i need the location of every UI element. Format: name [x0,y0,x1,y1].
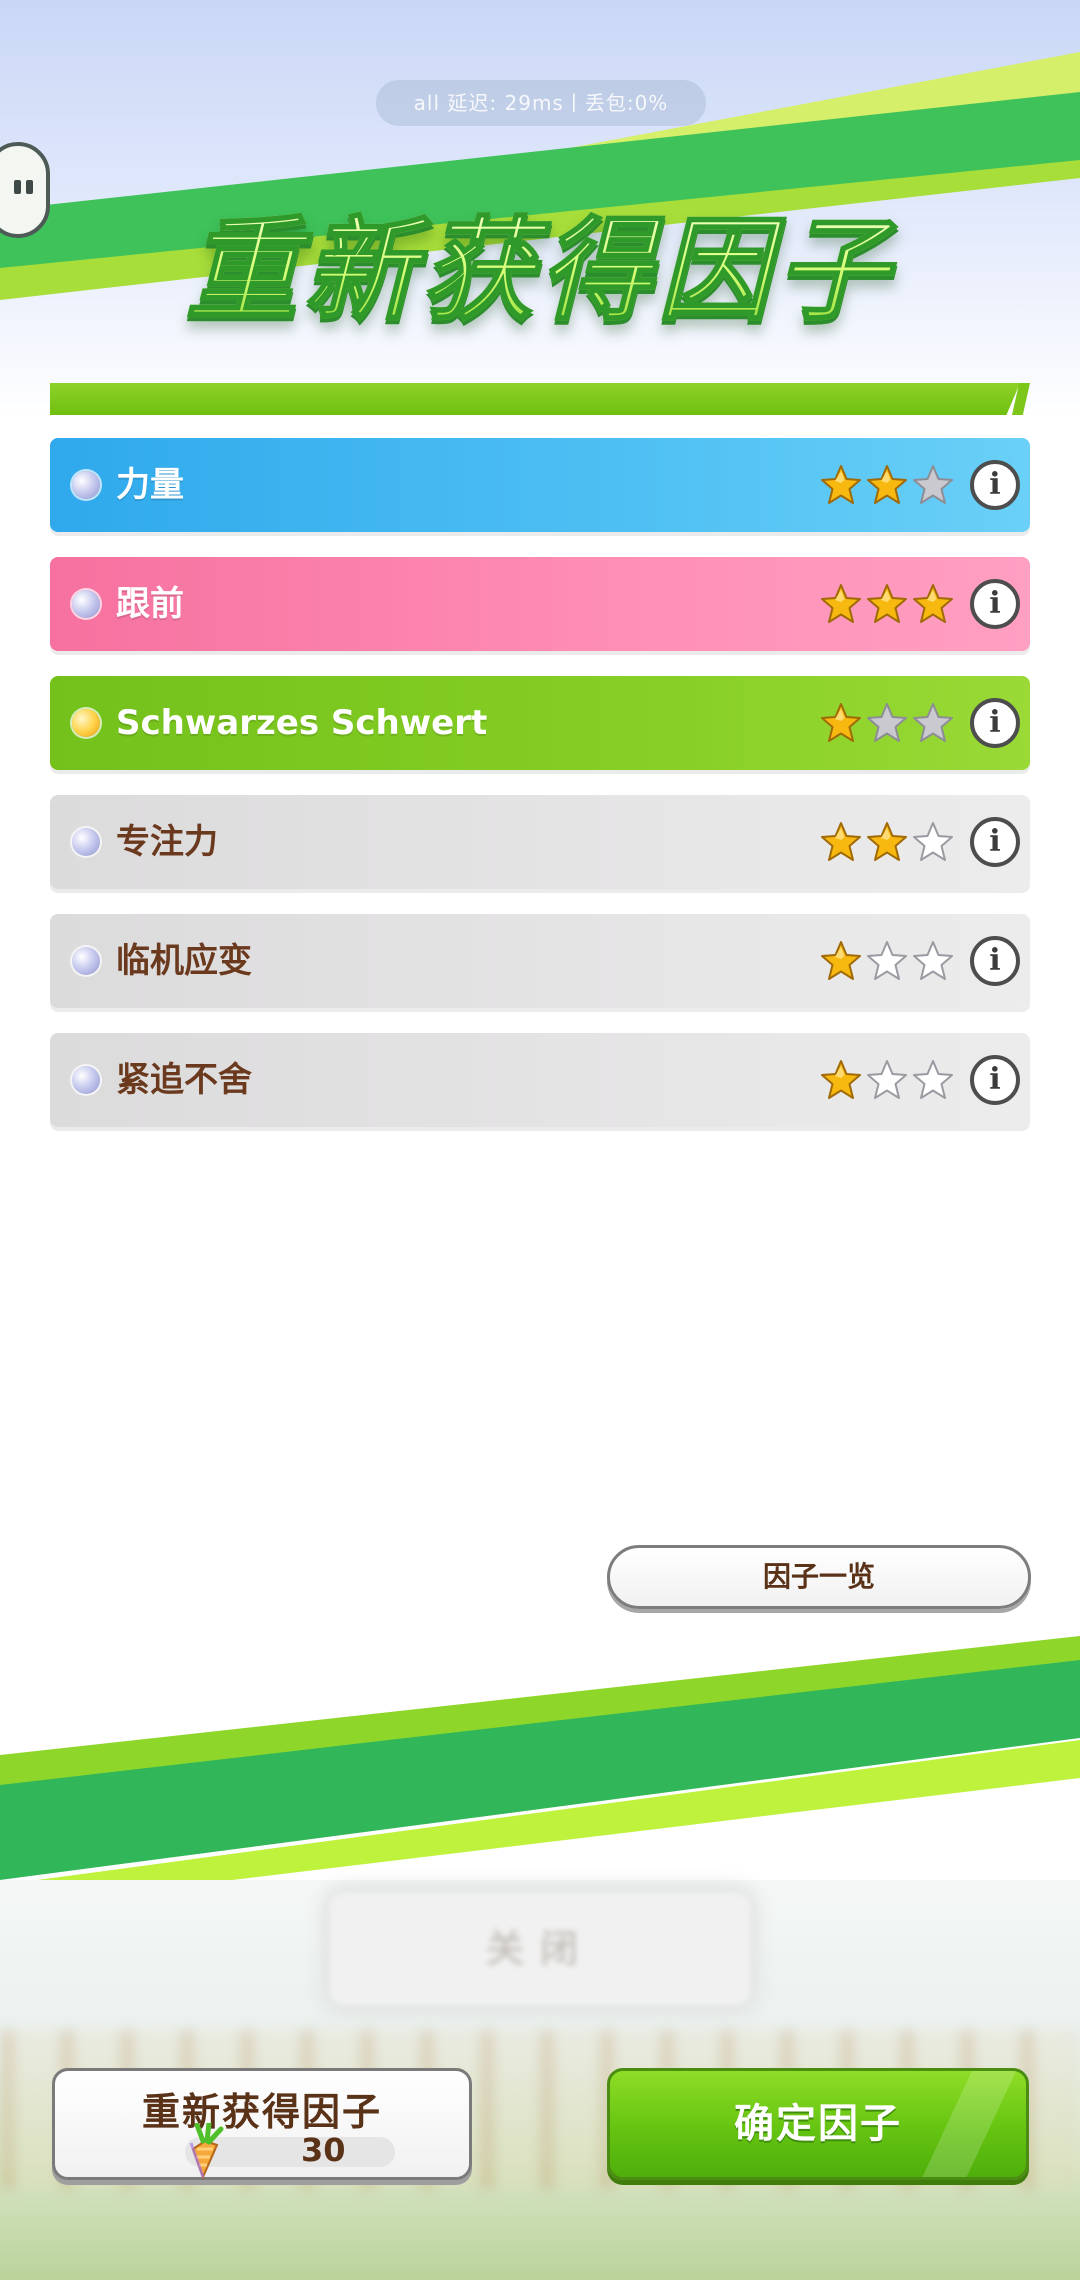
factor-row[interactable]: Schwarzes Schwert i [50,676,1030,770]
factor-name: Schwarzes Schwert [116,703,488,743]
factor-stars [820,464,954,506]
factor-list-button[interactable]: 因子一览 [607,1545,1031,1609]
info-icon[interactable]: i [970,460,1020,510]
factor-name: 专注力 [116,822,218,862]
factor-row[interactable]: 跟前 i [50,557,1030,651]
star-filled-icon [821,941,861,980]
star-empty-icon [867,1060,907,1099]
factor-row[interactable]: 专注力 i [50,795,1030,889]
star-empty-icon [913,822,953,861]
factor-rank-dot [72,828,100,856]
factor-stars [820,702,954,744]
star-empty-icon [913,703,953,742]
carrot-icon [189,2123,224,2179]
screen: all 延迟: 29ms丨丢包:0% 重新获得因子 力量 i 跟前 i Schwarze… [0,0,1080,2280]
cost-value: 30 [301,2131,346,2169]
factor-name: 紧追不舍 [116,1060,252,1100]
factor-row[interactable]: 紧追不舍 i [50,1033,1030,1127]
star-empty-icon [867,703,907,742]
star-filled-icon [867,465,907,504]
factor-row[interactable]: 临机应变 i [50,914,1030,1008]
star-empty-icon [913,941,953,980]
star-empty-icon [913,1060,953,1099]
star-filled-icon [867,822,907,861]
factor-name: 临机应变 [116,941,252,981]
confirm-label: 确定因子 [734,2101,902,2147]
reacquire-factor-button[interactable]: 重新获得因子 30 [52,2068,472,2180]
reacquire-label: 重新获得因子 [141,2090,382,2134]
factor-rank-dot [72,471,100,499]
factor-stars [820,940,954,982]
star-empty-icon [867,941,907,980]
star-filled-icon [821,584,861,623]
info-icon[interactable]: i [970,817,1020,867]
star-filled-icon [821,822,861,861]
star-filled-icon [821,465,861,504]
factor-name: 跟前 [116,584,184,624]
info-icon[interactable]: i [970,1055,1020,1105]
factor-rank-dot [72,1066,100,1094]
background-close-button: 关闭 [330,1893,750,2005]
factor-name: 力量 [116,465,184,505]
confirm-factor-button[interactable]: 确定因子 [607,2068,1029,2180]
factor-rank-dot [72,590,100,618]
factor-stars [820,583,954,625]
title-underline-bar [50,383,1020,415]
info-icon[interactable]: i [970,936,1020,986]
star-filled-icon [821,703,861,742]
factor-rank-dot [72,709,100,737]
star-filled-icon [867,584,907,623]
star-filled-icon [821,1060,861,1099]
factor-stars [820,821,954,863]
network-status-pill: all 延迟: 29ms丨丢包:0% [376,80,706,126]
star-filled-icon [913,584,953,623]
factor-row[interactable]: 力量 i [50,438,1030,532]
bottom-stripes [0,1636,1080,1908]
info-icon[interactable]: i [970,579,1020,629]
page-title: 重新获得因子 [0,180,1080,342]
factor-rank-dot [72,947,100,975]
star-empty-icon [913,465,953,504]
factor-stars [820,1059,954,1101]
info-icon[interactable]: i [970,698,1020,748]
